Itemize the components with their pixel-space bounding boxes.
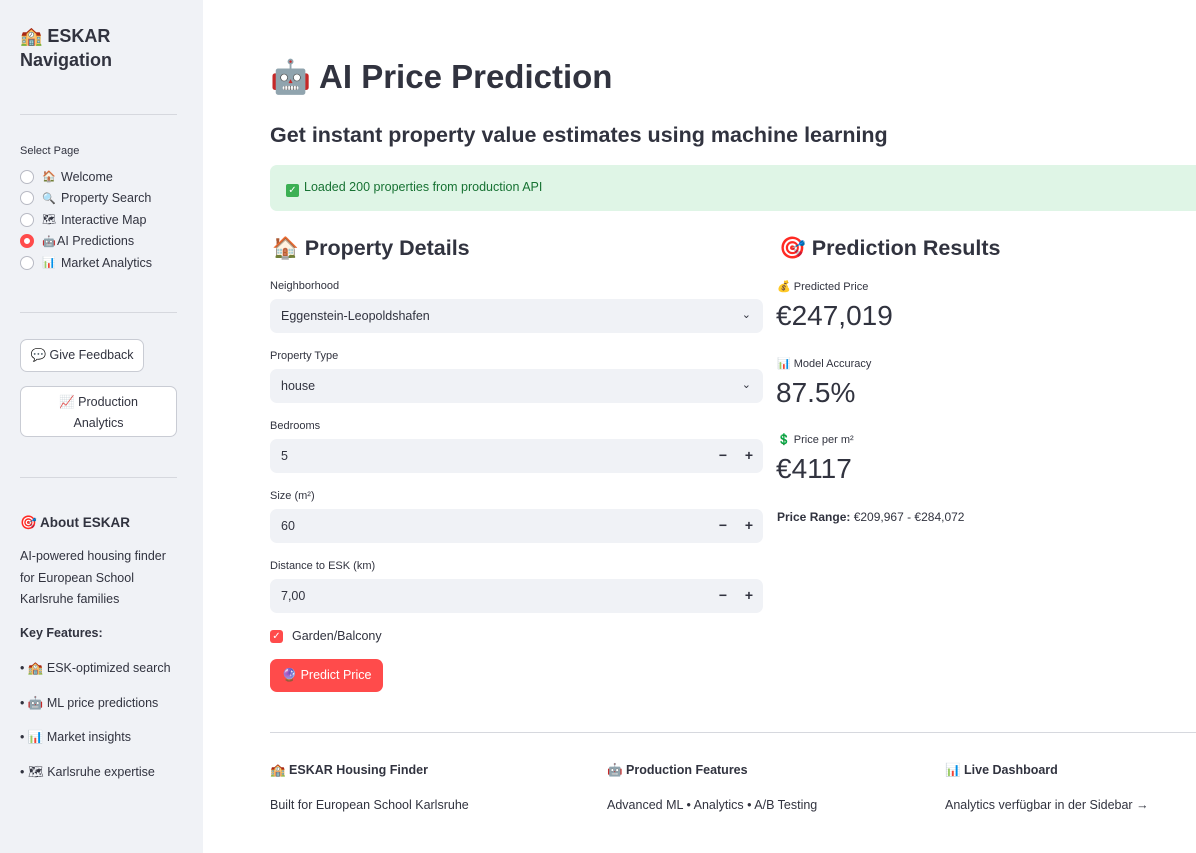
predict-price-button[interactable]: 🔮 Predict Price: [270, 659, 383, 692]
success-alert: ✓ Loaded 200 properties from production A…: [270, 165, 1196, 211]
footer-col2-title: 🤖 Production Features: [607, 763, 748, 777]
bedrooms-value: 5: [281, 449, 288, 463]
model-accuracy-value: 87.5%: [776, 377, 856, 408]
map-icon: 🗺: [42, 214, 56, 227]
plus-icon[interactable]: +: [745, 517, 753, 533]
footer-col1-title: 🏫 ESKAR Housing Finder: [270, 763, 428, 777]
about-title: 🎯 About ESKAR: [20, 515, 131, 530]
footer-col1-text: Built for European School Karlsruhe: [270, 798, 469, 812]
distance-value: 7,00: [281, 589, 306, 603]
size-input[interactable]: 60 − +: [270, 509, 763, 543]
price-range: Price Range: €209,967 - €284,072: [777, 510, 964, 524]
sidebar: 🏫 ESKAR Navigation Select Page 🏠 Welcome…: [0, 0, 203, 853]
minus-icon[interactable]: −: [719, 587, 727, 603]
neighborhood-value: Eggenstein-Leopoldshafen: [281, 309, 430, 323]
about-text: AI-powered housing finder for European S…: [20, 549, 166, 606]
chevron-down-icon: ⌄: [741, 309, 751, 321]
feature-item: • 🏫 ESK-optimized search: [20, 661, 171, 675]
give-feedback-button[interactable]: 💬 Give Feedback: [20, 339, 144, 372]
bedrooms-label: Bedrooms: [270, 420, 321, 432]
neighborhood-select[interactable]: Eggenstein-Leopoldshafen ⌄: [270, 299, 763, 333]
radio-dot[interactable]: [20, 169, 34, 184]
success-message: Loaded 200 properties from production AP…: [304, 180, 543, 194]
garden-checkbox[interactable]: ✓ Garden/Balcony: [270, 629, 382, 643]
property-type-label: Property Type: [270, 350, 339, 362]
prediction-results-title: 🎯 Prediction Results: [779, 236, 1001, 260]
robot-icon: 🤖: [42, 235, 56, 248]
radio-label: AI Predictions: [57, 234, 135, 249]
page-title: 🤖 AI Price Prediction: [270, 58, 613, 95]
house-icon: 🏠: [42, 171, 56, 184]
neighborhood-label: Neighborhood: [270, 280, 340, 292]
bedrooms-input[interactable]: 5 − +: [270, 439, 763, 473]
magnifier-icon: 🔍: [42, 192, 56, 205]
radio-dot[interactable]: [20, 255, 34, 270]
radio-property-search[interactable]: 🔍 Property Search: [20, 188, 152, 210]
footer-col3-title: 📊 Live Dashboard: [945, 763, 1058, 777]
check-icon: ✓: [286, 184, 299, 197]
radio-label: Interactive Map: [61, 212, 147, 227]
plus-icon[interactable]: +: [745, 587, 753, 603]
minus-icon[interactable]: −: [719, 517, 727, 533]
sidebar-divider: [20, 114, 177, 115]
minus-icon[interactable]: −: [719, 447, 727, 463]
feature-item: • 🗺 Karlsruhe expertise: [20, 765, 155, 779]
size-label: Size (m²): [270, 490, 315, 502]
radio-welcome[interactable]: 🏠 Welcome: [20, 166, 152, 188]
radio-interactive-map[interactable]: 🗺 Interactive Map: [20, 209, 152, 231]
feature-item: • 🤖 ML price predictions: [20, 696, 159, 710]
feature-item: • 📊 Market insights: [20, 730, 131, 744]
predicted-price-label: 💰 Predicted Price: [777, 281, 869, 293]
price-range-label: Price Range:: [777, 510, 851, 524]
plus-icon[interactable]: +: [745, 447, 753, 463]
page-radio-group: 🏠 Welcome 🔍 Property Search 🗺 Interactiv…: [20, 166, 152, 274]
property-type-value: house: [281, 379, 316, 393]
footer-col3-text: Analytics verfügbar in der Sidebar →: [945, 798, 1149, 812]
chart-icon: 📊: [42, 257, 56, 270]
radio-label: Market Analytics: [61, 255, 153, 270]
distance-input[interactable]: 7,00 − +: [270, 579, 763, 613]
model-accuracy-label: 📊 Model Accuracy: [777, 358, 872, 370]
distance-label: Distance to ESK (km): [270, 560, 376, 572]
sidebar-divider: [20, 312, 177, 313]
radio-ai-predictions[interactable]: 🤖 AI Predictions: [20, 231, 152, 253]
chevron-down-icon: ⌄: [741, 379, 751, 391]
radio-label: Property Search: [61, 191, 152, 206]
checkmark-icon[interactable]: ✓: [270, 629, 283, 643]
predicted-price-value: €247,019: [776, 300, 893, 331]
price-range-value: €209,967 - €284,072: [853, 510, 965, 524]
property-details-title: 🏠 Property Details: [272, 236, 470, 260]
garden-label: Garden/Balcony: [292, 629, 382, 643]
size-value: 60: [281, 519, 295, 533]
sidebar-divider: [20, 477, 177, 478]
page-subtitle: Get instant property value estimates usi…: [270, 123, 888, 147]
radio-dot[interactable]: [20, 212, 34, 227]
key-features-title: Key Features:: [20, 626, 103, 640]
production-analytics-button[interactable]: 📈 Production Analytics: [20, 386, 177, 437]
radio-dot[interactable]: [20, 191, 34, 206]
radio-dot-selected[interactable]: [20, 234, 34, 249]
price-per-m2-value: €4117: [776, 453, 852, 484]
price-per-m2-label: 💲 Price per m²: [777, 434, 854, 446]
main-content: 🤖 AI Price Prediction Get instant proper…: [203, 0, 1196, 853]
select-page-label: Select Page: [20, 145, 80, 157]
radio-market-analytics[interactable]: 📊 Market Analytics: [20, 252, 152, 274]
footer-divider: [270, 732, 1196, 733]
radio-label: Welcome: [61, 169, 113, 184]
footer-col2-text: Advanced ML • Analytics • A/B Testing: [607, 798, 818, 812]
property-type-select[interactable]: house ⌄: [270, 369, 763, 403]
sidebar-title: 🏫 ESKAR Navigation: [20, 26, 113, 70]
